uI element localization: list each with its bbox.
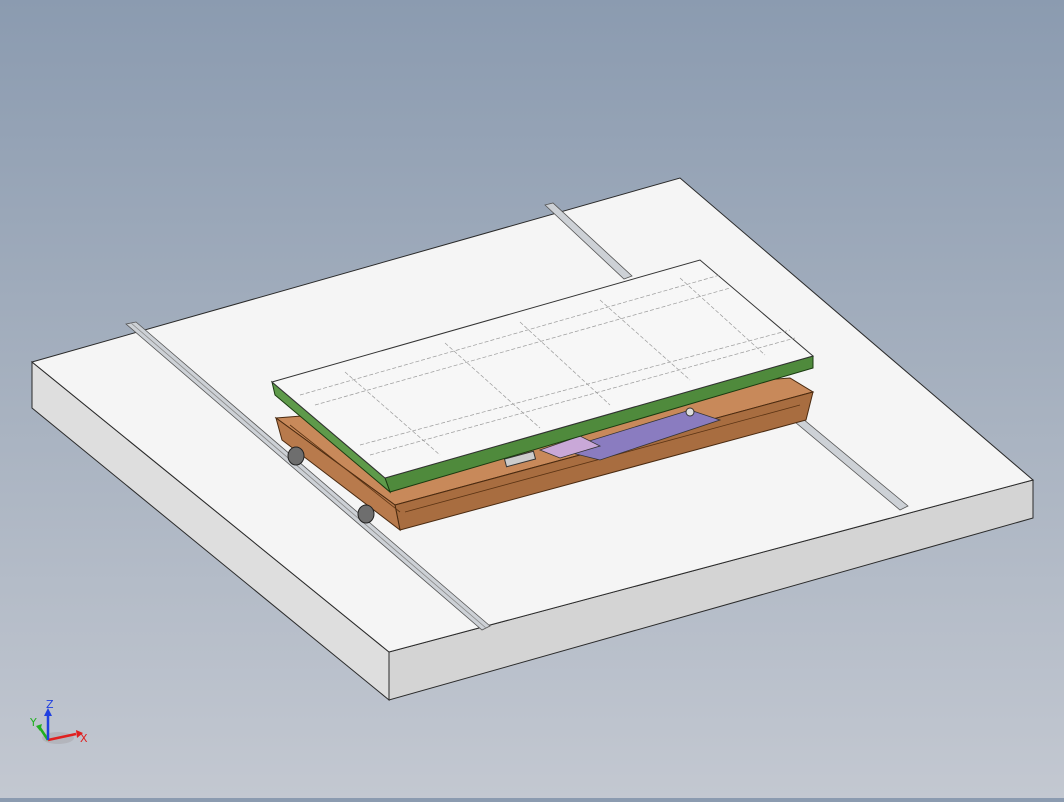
y-axis-label: Y: [29, 716, 37, 729]
wheel-2: [357, 504, 375, 524]
pivot-pin: [685, 407, 695, 417]
z-axis-label: Z: [46, 700, 54, 711]
cad-viewport[interactable]: X Y Z: [0, 0, 1064, 798]
wheel-1: [287, 446, 305, 466]
model-scene[interactable]: [0, 0, 1064, 798]
coordinate-triad[interactable]: X Y Z: [28, 698, 92, 756]
x-axis-label: X: [80, 732, 88, 745]
